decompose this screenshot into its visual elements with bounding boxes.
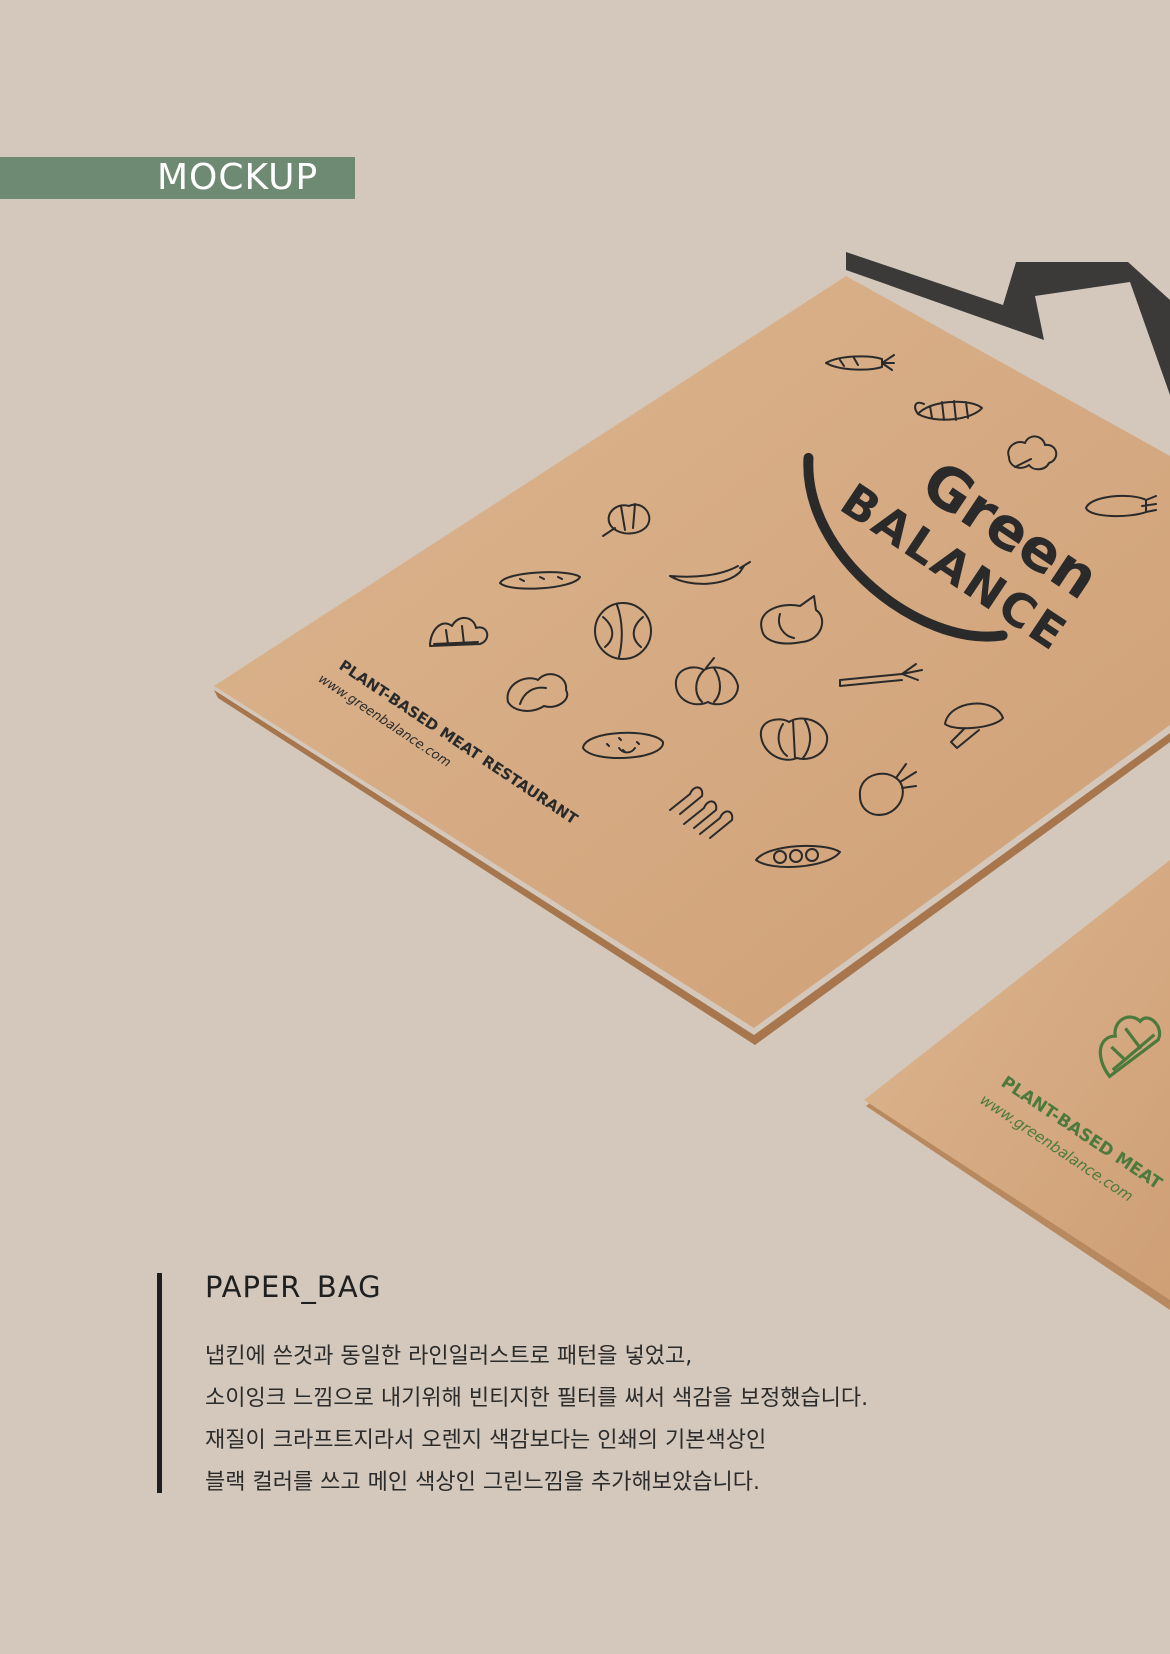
description-line: 소이잉크 느낌으로 내기위해 빈티지한 필터를 써서 색감을 보정했습니다. [205,1386,869,1411]
description-line: 블랙 컬러를 쓰고 메인 색상인 그린느낌을 추가해보았습니다. [205,1470,760,1495]
paper-bag-front: Green BALANCE PLANT-BASED MEAT RESTAURAN… [214,252,1170,1045]
mockup-tag: MOCKUP [0,157,355,199]
description-body: 냅킨에 쓴것과 동일한 라인일러스트로 패턴을 넣었고, 소이잉크 느낌으로 내… [205,1336,868,1504]
description-title: PAPER_BAG [205,1270,382,1304]
description-section: PAPER_BAG 냅킨에 쓴것과 동일한 라인일러스트로 패턴을 넣었고, 소… [157,1270,1057,1495]
description-line: 냅킨에 쓴것과 동일한 라인일러스트로 패턴을 넣었고, [205,1344,693,1369]
description-accent-bar [157,1273,162,1493]
description-line: 재질이 크라프트지라서 오렌지 색감보다는 인쇄의 기본색상인 [205,1428,767,1453]
